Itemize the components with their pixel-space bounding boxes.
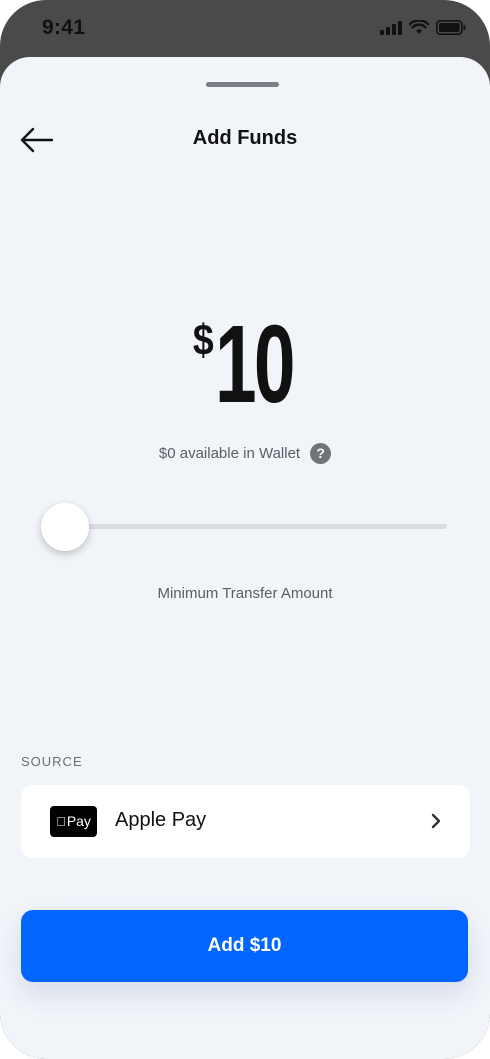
minimum-transfer-label: Minimum Transfer Amount (157, 585, 333, 602)
battery-icon (436, 20, 466, 35)
status-time: 9:41 (42, 16, 86, 39)
device: 9:41 Add Funds $10 $0 available in Walle… (0, 0, 490, 1059)
signal-icon (380, 20, 402, 35)
page-title: Add Funds (192, 127, 298, 149)
chevron-right-icon (431, 813, 441, 829)
status-icons (380, 20, 466, 35)
payment-source-row[interactable]: Pay Apple Pay (21, 785, 470, 858)
apple-pay-badge: Pay (50, 806, 97, 837)
wifi-icon (409, 20, 429, 34)
amount-currency: $ (192, 316, 214, 365)
sheet-grabber[interactable] (206, 82, 279, 87)
apple-logo-icon:  (56, 814, 66, 829)
source-section-label: SOURCE (21, 754, 83, 769)
bottom-sheet: Add Funds $10 $0 available in Wallet? Mi… (0, 57, 490, 1059)
wallet-balance-text: $0 available in Wallet (158, 445, 301, 462)
amount-display: $10 (0, 310, 490, 420)
slider-track[interactable] (60, 524, 447, 529)
help-icon[interactable]: ? (310, 443, 332, 464)
wallet-balance: $0 available in Wallet? (0, 443, 490, 464)
amount-value: 10 (215, 303, 295, 426)
phone-frame: 9:41 Add Funds $10 $0 available in Walle… (0, 0, 490, 1059)
amount-slider[interactable] (40, 502, 448, 552)
status-bar: 9:41 (0, 0, 490, 60)
slider-thumb[interactable] (41, 503, 89, 551)
apple-pay-badge-text: Pay (61, 813, 91, 829)
add-funds-button[interactable]: Add $10 (21, 910, 468, 982)
payment-source-name: Apple Pay (115, 809, 207, 831)
